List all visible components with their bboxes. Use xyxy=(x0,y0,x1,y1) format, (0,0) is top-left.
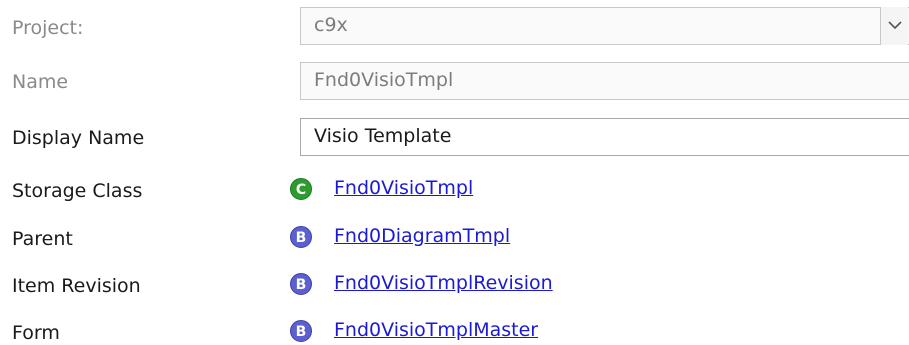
display-name-label: Display Name xyxy=(12,127,145,149)
name-value: Fnd0VisioTmpl xyxy=(314,69,454,91)
class-badge-icon: C xyxy=(290,178,312,200)
project-dropdown-button[interactable] xyxy=(880,7,908,45)
item-revision-link[interactable]: Fnd0VisioTmplRevision xyxy=(334,274,553,293)
storage-class-link[interactable]: Fnd0VisioTmpl xyxy=(334,179,473,198)
chevron-down-icon xyxy=(888,21,902,30)
item-revision-label: Item Revision xyxy=(12,275,141,297)
parent-link[interactable]: Fnd0DiagramTmpl xyxy=(334,227,510,246)
display-name-field[interactable]: Visio Template xyxy=(300,118,909,156)
business-object-badge-icon: B xyxy=(290,320,312,342)
project-value: c9x xyxy=(314,14,348,36)
business-object-badge-icon: B xyxy=(290,273,312,295)
name-label: Name xyxy=(12,71,69,93)
storage-class-label: Storage Class xyxy=(12,180,143,202)
business-object-badge-icon: B xyxy=(290,226,312,248)
form-label: Form xyxy=(12,322,60,344)
name-field: Fnd0VisioTmpl xyxy=(300,62,909,100)
parent-label: Parent xyxy=(12,228,73,250)
form-link[interactable]: Fnd0VisioTmplMaster xyxy=(334,321,538,340)
project-select[interactable]: c9x xyxy=(300,7,909,45)
project-label: Project: xyxy=(12,17,84,39)
display-name-value: Visio Template xyxy=(314,125,452,147)
